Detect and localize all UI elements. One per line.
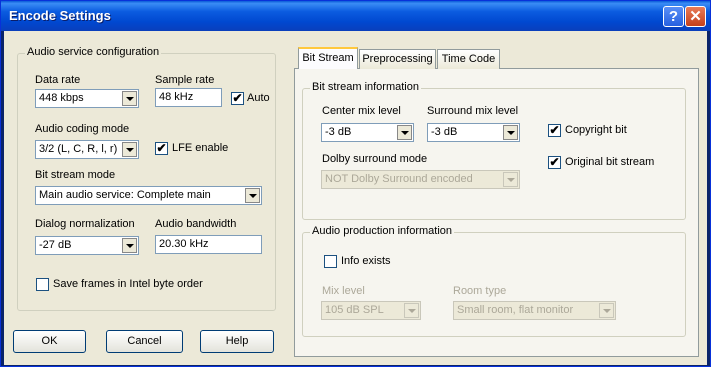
original-bit-stream-checkbox[interactable]: ✔ — [548, 155, 561, 169]
mix-level-value: 105 dB SPL — [325, 304, 384, 316]
checkmark-icon: ✔ — [549, 123, 560, 137]
save-frames-label: Save frames in Intel byte order — [53, 278, 203, 290]
audio-service-configuration-group: Audio service configuration Data rate 44… — [17, 46, 276, 311]
tab-preprocessing[interactable]: Preprocessing — [359, 49, 436, 69]
close-icon[interactable]: ✕ — [685, 6, 706, 27]
group-title: Audio service configuration — [25, 46, 162, 58]
room-type-label: Room type — [453, 285, 507, 297]
dialog-normalization-label: Dialog normalization — [35, 218, 135, 230]
mix-level-label: Mix level — [322, 285, 365, 297]
surround-mix-level-select[interactable]: -3 dB — [427, 123, 520, 142]
chevron-down-icon[interactable] — [397, 125, 412, 140]
title-bar[interactable]: Encode Settings ? ✕ — [1, 1, 710, 31]
audio-coding-mode-value: 3/2 (L, C, R, l, r) — [39, 143, 118, 155]
bit-stream-tab-panel: Bit stream information Center mix level … — [294, 68, 699, 357]
auto-checkbox[interactable]: ✔ — [231, 91, 244, 105]
surround-mix-level-value: -3 dB — [431, 126, 458, 138]
audio-coding-mode-select[interactable]: 3/2 (L, C, R, l, r) — [35, 140, 139, 159]
center-mix-level-label: Center mix level — [322, 105, 401, 117]
audio-bandwidth-value: 20.30 kHz — [159, 238, 209, 250]
chevron-down-icon[interactable] — [503, 125, 518, 140]
original-bit-stream-label: Original bit stream — [565, 156, 655, 168]
encode-settings-dialog: Encode Settings ? ✕ Audio service config… — [0, 0, 711, 367]
tab-bit-stream[interactable]: Bit Stream — [298, 47, 358, 69]
room-type-value: Small room, flat monitor — [457, 304, 574, 316]
dialog-normalization-select[interactable]: -27 dB — [35, 236, 139, 255]
dialog-normalization-value: -27 dB — [39, 239, 72, 251]
chevron-down-icon[interactable] — [122, 238, 137, 253]
bit-stream-mode-select[interactable]: Main audio service: Complete main — [35, 186, 262, 205]
copyright-bit-label: Copyright bit — [565, 124, 627, 136]
room-type-select[interactable]: Small room, flat monitor — [453, 301, 616, 320]
checkmark-icon: ✔ — [156, 141, 167, 155]
bit-stream-information-group: Bit stream information Center mix level … — [302, 81, 686, 220]
dialog-client-area: Audio service configuration Data rate 44… — [4, 31, 707, 365]
sample-rate-label: Sample rate — [155, 74, 215, 86]
bit-stream-mode-value: Main audio service: Complete main — [39, 189, 211, 201]
chevron-down-icon[interactable] — [599, 303, 614, 318]
dolby-surround-mode-label: Dolby surround mode — [322, 153, 428, 165]
data-rate-value: 448 kbps — [39, 92, 84, 104]
info-exists-label: Info exists — [341, 255, 391, 267]
ok-button[interactable]: OK — [13, 330, 86, 353]
dolby-surround-mode-select[interactable]: NOT Dolby Surround encoded — [321, 170, 520, 189]
chevron-down-icon[interactable] — [404, 303, 419, 318]
audio-coding-mode-label: Audio coding mode — [35, 123, 130, 135]
chevron-down-icon[interactable] — [122, 142, 137, 157]
bit-stream-mode-label: Bit stream mode — [35, 169, 116, 181]
window-title: Encode Settings — [9, 8, 111, 23]
data-rate-select[interactable]: 448 kbps — [35, 89, 139, 108]
save-frames-checkbox[interactable] — [36, 278, 49, 291]
group-title: Bit stream information — [310, 81, 421, 93]
chevron-down-icon[interactable] — [245, 188, 260, 203]
audio-bandwidth-field[interactable]: 20.30 kHz — [155, 235, 262, 254]
sample-rate-value: 48 kHz — [159, 91, 194, 103]
checkmark-icon: ✔ — [232, 91, 243, 105]
lfe-enable-checkbox[interactable]: ✔ — [155, 141, 168, 155]
auto-label: Auto — [247, 92, 270, 104]
help-icon[interactable]: ? — [663, 6, 684, 27]
help-button[interactable]: Help — [200, 330, 274, 353]
cancel-button[interactable]: Cancel — [106, 330, 183, 353]
copyright-bit-checkbox[interactable]: ✔ — [548, 123, 561, 137]
chevron-down-icon[interactable] — [503, 172, 518, 187]
audio-bandwidth-label: Audio bandwidth — [155, 218, 237, 230]
checkmark-icon: ✔ — [549, 155, 560, 169]
sample-rate-field[interactable]: 48 kHz — [155, 88, 222, 107]
audio-production-information-group: Audio production information Info exists… — [302, 225, 686, 337]
mix-level-select[interactable]: 105 dB SPL — [321, 301, 421, 320]
chevron-down-icon[interactable] — [122, 91, 137, 106]
lfe-enable-label: LFE enable — [172, 142, 229, 154]
group-title: Audio production information — [310, 225, 455, 237]
center-mix-level-value: -3 dB — [325, 126, 352, 138]
info-exists-checkbox[interactable] — [324, 255, 337, 268]
surround-mix-level-label: Surround mix level — [427, 105, 519, 117]
dolby-surround-mode-value: NOT Dolby Surround encoded — [325, 173, 473, 185]
tab-time-code[interactable]: Time Code — [437, 49, 500, 69]
center-mix-level-select[interactable]: -3 dB — [321, 123, 414, 142]
data-rate-label: Data rate — [35, 74, 81, 86]
